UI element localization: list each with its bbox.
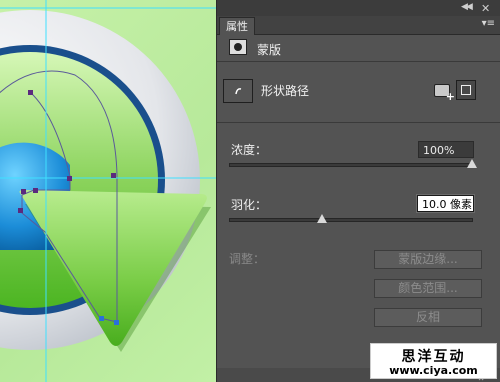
watermark: 思洋互动 www.ciya.com [370,343,497,379]
vector-mask-icon[interactable] [456,80,476,100]
collapse-icon[interactable]: ◀◀ [461,2,473,12]
density-slider-thumb[interactable] [467,159,477,168]
pixel-mask-icon[interactable] [229,39,247,55]
watermark-url: www.ciya.com [389,364,478,377]
panel-menu-icon[interactable]: ▾≡ [482,18,495,29]
mask-thumbnail[interactable] [223,79,253,103]
adjust-label: 调整： [229,252,266,266]
document-canvas[interactable] [0,0,216,382]
panel-tab-bar: 属性 ▾≡ [217,16,500,35]
tab-properties[interactable]: 属性 [219,17,255,35]
feather-field[interactable]: 10.0 像素 [416,194,475,213]
add-pixel-mask-icon[interactable] [434,84,455,103]
mask-header-row: 蒙版 [217,35,500,62]
shape-path-label: 形状路径 [261,84,310,98]
close-panel-icon[interactable]: ✕ [481,2,490,15]
feather-label: 羽化： [231,198,268,212]
invert-button[interactable]: 反相 [374,308,482,327]
shape-path-row: 形状路径 [217,62,500,123]
feather-slider-thumb[interactable] [316,214,327,223]
canvas-artwork [0,0,216,382]
panel-header-strip: ◀◀ ✕ [217,0,500,17]
feather-slider[interactable] [229,214,473,223]
properties-panel: ◀◀ ✕ 属性 ▾≡ 蒙版 形状路径 浓度： 100% 羽化： 10.0 像素 … [216,0,500,382]
density-field[interactable]: 100% [418,141,474,158]
mask-edge-button[interactable]: 蒙版边缘... [374,250,482,269]
density-slider[interactable] [229,159,477,168]
section-title: 蒙版 [257,43,282,57]
density-label: 浓度： [231,143,268,157]
color-range-button[interactable]: 颜色范围... [374,279,482,298]
thumbnail-shape-icon [235,88,242,95]
watermark-title: 思洋互动 [401,349,466,365]
